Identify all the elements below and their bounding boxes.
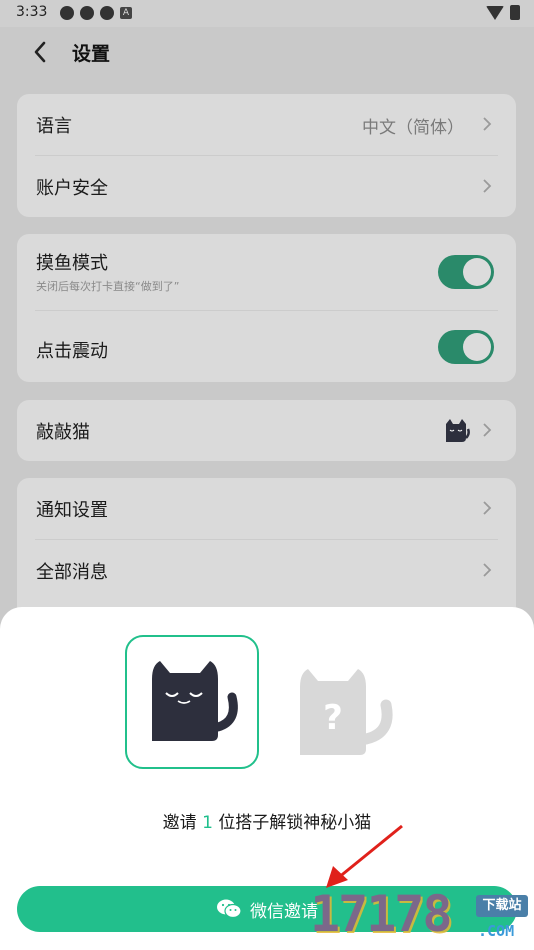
app-notification-icon <box>60 6 74 20</box>
watermark-logo: 17178 <box>310 885 453 943</box>
invite-prefix: 邀请 <box>162 813 197 833</box>
slack-mode-row: 摸鱼模式 关闭后每次打卡直接“做到了” <box>17 234 516 310</box>
wechat-invite-label: 微信邀请 <box>250 901 318 922</box>
locked-mystery-cat-icon[interactable]: ? <box>296 659 396 759</box>
slack-mode-label: 摸鱼模式 <box>36 253 108 274</box>
battery-icon <box>510 5 520 20</box>
notification-settings-label: 通知设置 <box>36 500 108 521</box>
knock-cat-row[interactable]: 敲敲猫 <box>17 400 516 461</box>
black-cat-icon <box>152 661 238 741</box>
unlocked-cat-card[interactable] <box>125 635 259 769</box>
watermark-domain: .COM <box>478 922 515 940</box>
status-bar: 3:33 A <box>0 0 534 27</box>
language-row[interactable]: 语言 中文（简体） <box>17 94 516 155</box>
chevron-right-icon <box>483 563 492 577</box>
toggle-knob <box>463 258 491 286</box>
watermark-badge: 下载站 <box>476 895 528 917</box>
settings-group-cat: 敲敲猫 <box>17 400 516 461</box>
page-title: 设置 <box>72 43 111 65</box>
language-label: 语言 <box>36 116 72 137</box>
settings-group-notifications: 通知设置 全部消息 <box>17 478 516 618</box>
tap-vibration-row: 点击震动 <box>35 310 498 382</box>
chevron-right-icon <box>483 501 492 515</box>
tap-vibration-label: 点击震动 <box>36 341 108 362</box>
toggle-knob <box>463 333 491 361</box>
invite-count: 1 <box>202 813 213 833</box>
language-value: 中文（简体） <box>362 118 464 138</box>
slack-mode-description: 关闭后每次打卡直接“做到了” <box>36 280 180 293</box>
account-security-row[interactable]: 账户安全 <box>35 155 498 217</box>
chevron-right-icon <box>483 117 492 131</box>
settings-group-general: 语言 中文（简体） 账户安全 <box>17 94 516 217</box>
a-notification-icon: A <box>120 7 132 19</box>
invite-bottom-sheet: ? 邀请 1 位搭子解锁神秘小猫 微信邀请 <box>0 607 534 950</box>
invite-suffix: 位搭子解锁神秘小猫 <box>218 813 372 833</box>
cat-avatar-icon <box>446 419 470 442</box>
all-messages-label: 全部消息 <box>36 562 108 583</box>
app-notification-icon <box>80 6 94 20</box>
knock-cat-label: 敲敲猫 <box>36 422 90 443</box>
svg-text:?: ? <box>323 698 343 738</box>
chevron-right-icon <box>483 423 492 437</box>
notification-settings-row[interactable]: 通知设置 <box>17 478 516 539</box>
slack-mode-toggle[interactable] <box>438 255 494 289</box>
app-notification-icon <box>100 6 114 20</box>
status-time: 3:33 <box>16 4 48 20</box>
wechat-icon <box>217 899 242 919</box>
invite-message: 邀请 1 位搭子解锁神秘小猫 <box>0 808 534 833</box>
wifi-icon <box>486 5 504 20</box>
tap-vibration-toggle[interactable] <box>438 330 494 364</box>
settings-group-toggles: 摸鱼模式 关闭后每次打卡直接“做到了” 点击震动 <box>17 234 516 382</box>
notification-icons: A <box>60 6 132 20</box>
all-messages-row[interactable]: 全部消息 <box>35 539 498 601</box>
header: 设置 <box>0 27 534 77</box>
account-security-label: 账户安全 <box>36 178 108 199</box>
chevron-right-icon <box>483 179 492 193</box>
back-arrow-icon[interactable] <box>28 37 54 67</box>
